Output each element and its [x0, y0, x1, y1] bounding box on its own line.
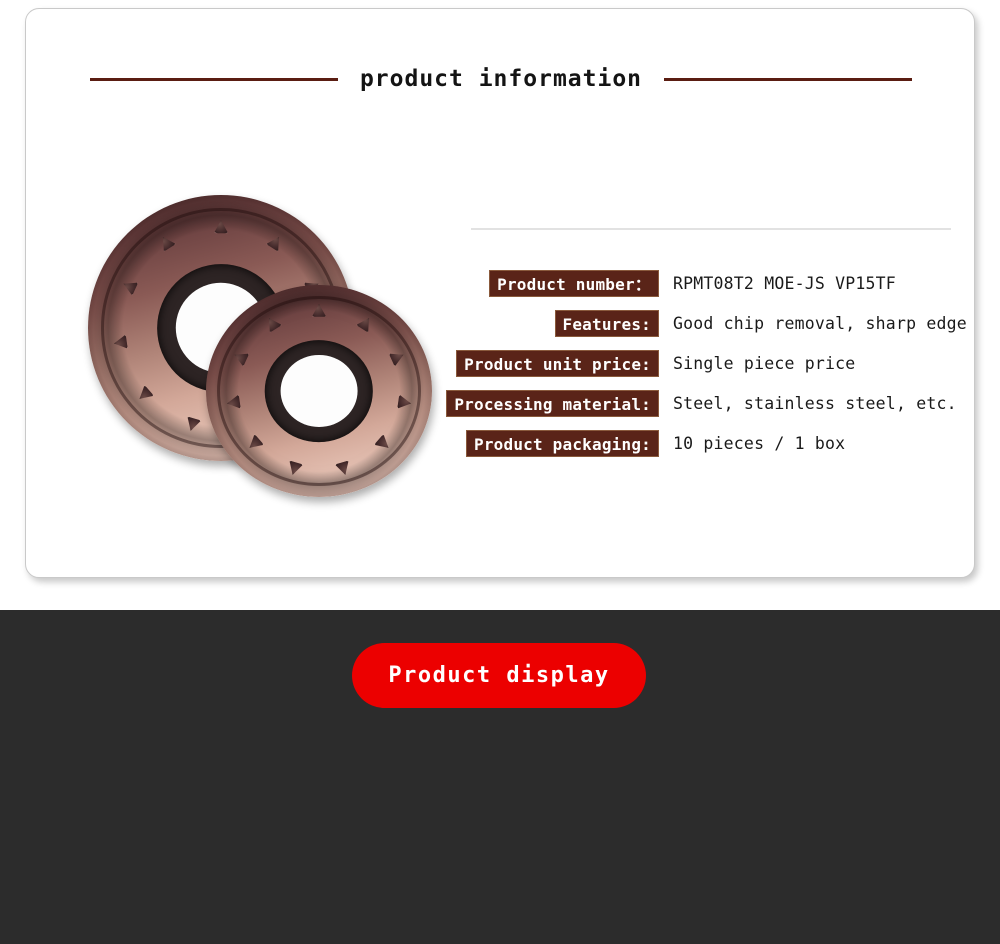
spec-row: Product packaging: 10 pieces / 1 box	[431, 427, 976, 460]
spec-label-product-unit-price: Product unit price:	[456, 350, 659, 377]
product-spec-list: Product number： RPMT08T2 MOE-JS VP15TF F…	[431, 267, 976, 467]
product-display-button[interactable]: Product display	[352, 643, 646, 708]
product-detail-page: product information Product number： RPMT…	[0, 0, 1000, 944]
spec-divider	[471, 228, 951, 230]
product-display-section: Product display	[0, 610, 1000, 944]
heading-rule-right	[664, 77, 913, 81]
spec-label-wrap: Product number：	[431, 270, 659, 297]
spec-label-wrap: Product packaging:	[431, 430, 659, 457]
spec-value-product-packaging: 10 pieces / 1 box	[673, 434, 846, 453]
heading-rule-left	[89, 77, 338, 81]
insert-bore	[280, 354, 358, 428]
spec-value-processing-material: Steel, stainless steel, etc.	[673, 394, 957, 413]
spec-row: Processing material: Steel, stainless st…	[431, 387, 976, 420]
product-image	[88, 195, 432, 497]
spec-row: Product unit price: Single piece price	[431, 347, 976, 380]
spec-row: Features: Good chip removal, sharp edge	[431, 307, 976, 340]
product-information-card: product information Product number： RPMT…	[25, 8, 975, 578]
spec-value-features: Good chip removal, sharp edge	[673, 314, 967, 333]
spec-label-product-packaging: Product packaging:	[466, 430, 659, 457]
spec-label-features: Features:	[554, 310, 659, 337]
section-heading: product information	[26, 61, 976, 97]
spec-label-product-number: Product number：	[489, 270, 659, 297]
milling-insert-icon	[206, 285, 432, 497]
spec-label-wrap: Processing material:	[431, 390, 659, 417]
spec-value-product-number: RPMT08T2 MOE-JS VP15TF	[673, 274, 896, 293]
page-title: product information	[359, 66, 643, 92]
spec-label-wrap: Features:	[431, 310, 659, 337]
spec-value-product-unit-price: Single piece price	[673, 354, 856, 373]
spec-label-wrap: Product unit price:	[431, 350, 659, 377]
spec-row: Product number： RPMT08T2 MOE-JS VP15TF	[431, 267, 976, 300]
product-display-button-label: Product display	[388, 663, 610, 688]
spec-label-processing-material: Processing material:	[446, 390, 659, 417]
